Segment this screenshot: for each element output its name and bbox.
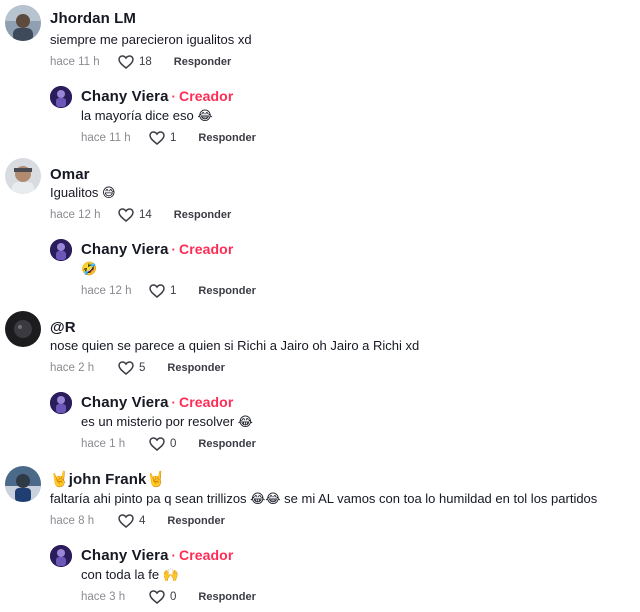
- comment-time: hace 2 h: [50, 362, 95, 374]
- creator-badge: Creador: [178, 547, 234, 563]
- avatar[interactable]: [50, 392, 72, 414]
- heart-outline-icon: [149, 131, 165, 145]
- avatar[interactable]: [50, 86, 72, 108]
- like-button[interactable]: 14: [118, 208, 152, 222]
- like-count: 1: [170, 285, 177, 297]
- comment-time: hace 12 h: [50, 209, 101, 221]
- reply-meta: hace 1 h 0 Responder: [81, 437, 256, 451]
- like-count: 1: [170, 132, 177, 144]
- creator-badge: Creador: [178, 241, 234, 257]
- reply-text: la mayoría dice eso 😂: [81, 108, 213, 123]
- heart-outline-icon: [118, 55, 134, 69]
- comment-text: siempre me parecieron igualitos xd: [50, 32, 252, 47]
- reply-meta: hace 11 h 1 Responder: [81, 131, 256, 145]
- like-button[interactable]: 18: [118, 55, 152, 69]
- reply-button[interactable]: Responder: [174, 56, 231, 68]
- reply-button[interactable]: Responder: [167, 515, 224, 527]
- reply-author[interactable]: Chany Viera · Creador: [81, 394, 233, 411]
- separator-dot: ·: [171, 395, 176, 410]
- reply-author[interactable]: Chany Viera · Creador: [81, 241, 233, 258]
- comment-meta: hace 2 h 5 Responder: [50, 361, 225, 375]
- separator-dot: ·: [171, 242, 176, 257]
- reply-meta: hace 3 h 0 Responder: [81, 590, 256, 604]
- reply-text: es un misterio por resolver 😂: [81, 414, 253, 429]
- like-count: 14: [139, 209, 152, 221]
- comment-meta: hace 12 h 14 Responder: [50, 208, 231, 222]
- heart-outline-icon: [149, 590, 165, 604]
- comment-text: nose quien se parece a quien si Richi a …: [50, 338, 420, 353]
- like-count: 0: [170, 591, 177, 603]
- comment-text: Igualitos 😅: [50, 185, 116, 200]
- heart-outline-icon: [118, 208, 134, 222]
- comment-time: hace 11 h: [50, 56, 100, 68]
- avatar[interactable]: [50, 545, 72, 567]
- reply-meta: hace 12 h 1 Responder: [81, 284, 256, 298]
- heart-outline-icon: [118, 361, 134, 375]
- heart-outline-icon: [118, 514, 134, 528]
- creator-badge: Creador: [178, 394, 234, 410]
- reply-button[interactable]: Responder: [174, 209, 231, 221]
- like-count: 18: [139, 56, 152, 68]
- reply-author-name[interactable]: Chany Viera: [81, 547, 169, 564]
- reply-text: 🤣: [81, 261, 98, 276]
- reply-author-name[interactable]: Chany Viera: [81, 241, 169, 258]
- reply-button[interactable]: Responder: [198, 591, 255, 603]
- reply-button[interactable]: Responder: [198, 285, 255, 297]
- avatar[interactable]: [5, 311, 41, 347]
- avatar[interactable]: [5, 5, 41, 41]
- like-button[interactable]: 0: [149, 590, 176, 604]
- comment-author[interactable]: Jhordan LM: [50, 10, 136, 27]
- like-button[interactable]: 1: [149, 131, 176, 145]
- comment-meta: hace 11 h 18 Responder: [50, 55, 231, 69]
- comment-time: hace 8 h: [50, 515, 95, 527]
- reply-time: hace 1 h: [81, 438, 126, 450]
- heart-outline-icon: [149, 437, 165, 451]
- reply-author-name[interactable]: Chany Viera: [81, 394, 169, 411]
- reply-text: con toda la fe 🙌: [81, 567, 179, 582]
- comment-meta: hace 8 h 4 Responder: [50, 514, 225, 528]
- reply-button[interactable]: Responder: [167, 362, 224, 374]
- comment-author[interactable]: @R: [50, 319, 76, 336]
- like-button[interactable]: 0: [149, 437, 176, 451]
- avatar[interactable]: [5, 158, 41, 194]
- like-count: 5: [139, 362, 146, 374]
- like-count: 0: [170, 438, 177, 450]
- separator-dot: ·: [171, 548, 176, 563]
- reply-time: hace 3 h: [81, 591, 126, 603]
- like-button[interactable]: 5: [118, 361, 145, 375]
- reply-button[interactable]: Responder: [198, 132, 255, 144]
- avatar[interactable]: [50, 239, 72, 261]
- comment-author[interactable]: 🤘john Frank🤘: [50, 470, 165, 488]
- like-button[interactable]: 1: [149, 284, 176, 298]
- comment-author[interactable]: Omar: [50, 166, 90, 183]
- reply-author[interactable]: Chany Viera · Creador: [81, 547, 233, 564]
- reply-author-name[interactable]: Chany Viera: [81, 88, 169, 105]
- separator-dot: ·: [171, 89, 176, 104]
- comment-text: faltaría ahi pinto pa q sean trillizos 😂…: [50, 491, 598, 506]
- reply-author[interactable]: Chany Viera · Creador: [81, 88, 233, 105]
- creator-badge: Creador: [178, 88, 234, 104]
- avatar[interactable]: [5, 466, 41, 502]
- like-count: 4: [139, 515, 146, 527]
- reply-time: hace 11 h: [81, 132, 131, 144]
- reply-button[interactable]: Responder: [198, 438, 255, 450]
- heart-outline-icon: [149, 284, 165, 298]
- like-button[interactable]: 4: [118, 514, 145, 528]
- reply-time: hace 12 h: [81, 285, 132, 297]
